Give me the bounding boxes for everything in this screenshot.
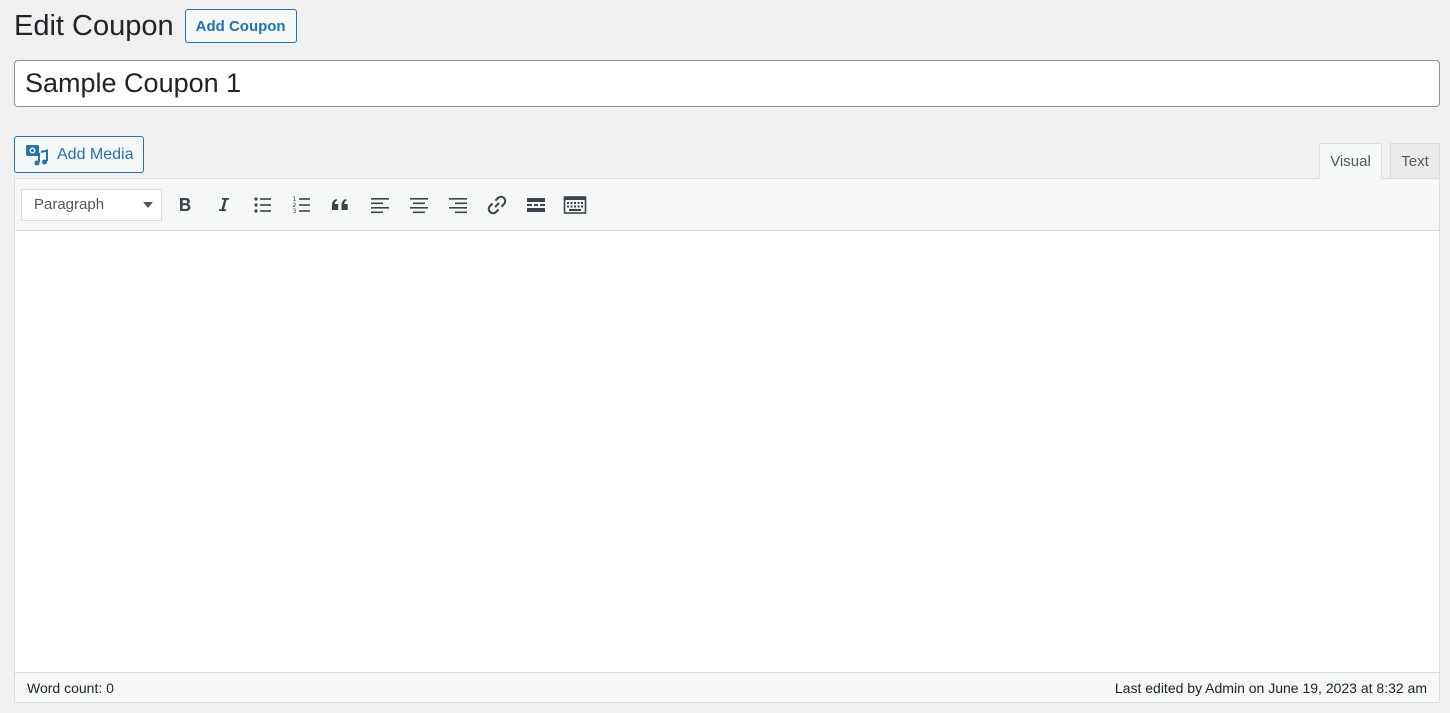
format-select[interactable]: Paragraph	[21, 188, 162, 221]
editor-toolbar: Paragraph 1 2 3	[15, 179, 1439, 231]
add-media-button[interactable]: Add Media	[14, 136, 144, 173]
bullet-list-button[interactable]	[247, 189, 279, 221]
add-media-label: Add Media	[57, 145, 134, 163]
editor-content-area[interactable]	[15, 231, 1439, 673]
align-center-icon	[410, 197, 428, 213]
word-count: Word count: 0	[27, 679, 114, 696]
tab-text[interactable]: Text	[1390, 143, 1440, 179]
numbered-list-icon: 1 2 3	[293, 196, 310, 215]
chevron-down-icon	[143, 201, 153, 208]
bullet-list-icon	[254, 196, 271, 213]
align-right-icon	[449, 197, 467, 213]
blockquote-icon	[332, 198, 348, 210]
read-more-button[interactable]	[520, 189, 552, 221]
italic-icon	[219, 197, 229, 211]
media-icon	[25, 143, 49, 167]
bold-button[interactable]	[169, 189, 201, 221]
bold-icon	[180, 197, 191, 211]
editor: Paragraph 1 2 3 Word count: 0 Last edite…	[14, 178, 1440, 703]
align-left-button[interactable]	[364, 189, 396, 221]
align-right-button[interactable]	[442, 189, 474, 221]
align-center-button[interactable]	[403, 189, 435, 221]
numbered-list-button[interactable]: 1 2 3	[286, 189, 318, 221]
blockquote-button[interactable]	[325, 189, 357, 221]
last-edited: Last edited by Admin on June 19, 2023 at…	[1114, 679, 1427, 696]
edit-coupon-page: Edit Coupon Add Coupon Add Media Visual …	[0, 0, 1450, 713]
read-more-icon	[527, 197, 545, 212]
editor-statusbar: Word count: 0 Last edited by Admin on Ju…	[15, 672, 1439, 702]
svg-text:3: 3	[293, 208, 297, 215]
tab-visual[interactable]: Visual	[1319, 143, 1382, 179]
keyboard-icon	[563, 195, 587, 214]
toolbar-toggle-button[interactable]	[559, 189, 591, 221]
link-icon	[487, 195, 507, 214]
title-input[interactable]	[14, 60, 1440, 107]
italic-button[interactable]	[208, 189, 240, 221]
page-title: Edit Coupon	[14, 10, 174, 42]
align-left-icon	[371, 197, 389, 213]
page-header: Edit Coupon Add Coupon	[14, 8, 297, 44]
link-button[interactable]	[481, 189, 513, 221]
format-select-value: Paragraph	[34, 196, 105, 213]
add-coupon-button[interactable]: Add Coupon	[184, 9, 297, 43]
